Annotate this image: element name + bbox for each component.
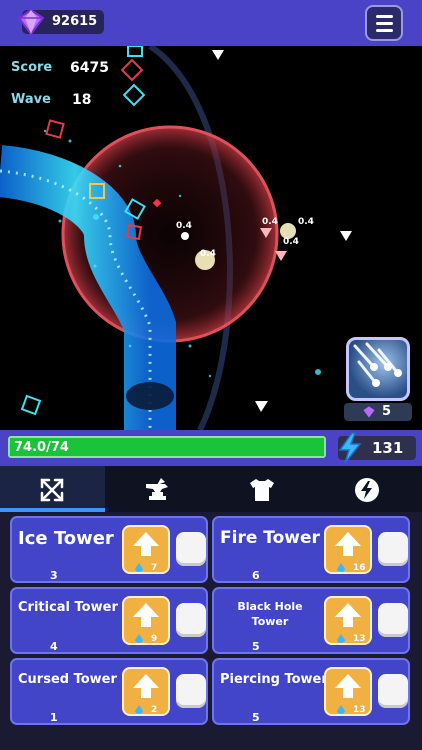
damage-number: 0.4 bbox=[176, 221, 192, 231]
anvil-icon bbox=[146, 478, 168, 500]
tower-toggle-button[interactable] bbox=[378, 603, 408, 637]
tab-forge[interactable] bbox=[105, 466, 210, 512]
tower-card-ice: Ice Tower 3 7 bbox=[10, 516, 208, 583]
tower-card-fire: Fire Tower 6 16 bbox=[212, 516, 410, 583]
hamburger-icon-line bbox=[376, 22, 393, 25]
energy-drop-icon bbox=[337, 634, 345, 643]
ability-cost-value: 5 bbox=[382, 404, 392, 419]
health-bar: 74.0/74 bbox=[8, 436, 326, 458]
damage-number: 0.4 bbox=[200, 249, 216, 259]
tower-card-cursed: Cursed Tower 1 2 bbox=[10, 658, 208, 725]
energy-drop-icon bbox=[337, 705, 345, 714]
tower-toggle-button[interactable] bbox=[176, 603, 206, 637]
energy-drop-icon bbox=[135, 634, 143, 643]
tower-toggle-button[interactable] bbox=[176, 532, 206, 566]
energy-value: 131 bbox=[372, 439, 404, 457]
armor-icon bbox=[250, 479, 274, 501]
upgrade-cost: 13 bbox=[353, 634, 366, 644]
gem-count: 92615 bbox=[52, 14, 98, 29]
damage-number: 0.4 bbox=[298, 217, 314, 227]
upgrade-button[interactable]: 7 bbox=[122, 525, 170, 574]
tab-armor[interactable] bbox=[210, 466, 315, 512]
meteor-shower-icon bbox=[353, 342, 402, 387]
tower-name: Black Hole Tower bbox=[237, 600, 303, 628]
upgrade-button[interactable]: 2 bbox=[122, 667, 170, 716]
tower-level: 6 bbox=[252, 569, 260, 582]
damage-number: 0.4 bbox=[283, 237, 299, 247]
energy-drop-icon bbox=[337, 563, 345, 572]
tower-name: Ice Tower bbox=[18, 528, 114, 549]
score-value: 6475 bbox=[70, 60, 109, 76]
menu-button[interactable] bbox=[365, 5, 403, 41]
purple-gem-icon bbox=[363, 406, 375, 418]
upgrade-button[interactable]: 13 bbox=[324, 596, 372, 645]
score-label: Score bbox=[11, 60, 53, 75]
energy-bolt-icon bbox=[338, 432, 362, 464]
upgrade-button[interactable]: 16 bbox=[324, 525, 372, 574]
wave-value: 18 bbox=[72, 92, 92, 108]
tower-name: Cursed Tower bbox=[18, 672, 117, 687]
tower-name: Piercing Tower bbox=[220, 672, 328, 687]
tower-card-piercing: Piercing Tower 5 13 bbox=[212, 658, 410, 725]
upgrade-arrow-icon bbox=[335, 674, 361, 698]
tower-level: 3 bbox=[50, 569, 58, 582]
status-bar: 74.0/74 131 bbox=[0, 430, 422, 466]
damage-number: 0.4 bbox=[262, 217, 278, 227]
tower-upgrade-list: Ice Tower 3 7 Fire Tower 6 16 Critical T… bbox=[0, 512, 422, 750]
upgrade-arrow-icon bbox=[133, 674, 159, 698]
tower-toggle-button[interactable] bbox=[176, 674, 206, 708]
energy-drop-icon bbox=[135, 705, 143, 714]
purple-gem-icon bbox=[17, 8, 45, 36]
upgrade-arrow-icon bbox=[133, 532, 159, 556]
tower-name: Critical Tower bbox=[18, 600, 118, 615]
gem-counter: 92615 bbox=[17, 8, 104, 36]
tower-level: 1 bbox=[50, 711, 58, 724]
tower-card-critical: Critical Tower 4 9 bbox=[10, 587, 208, 654]
crossed-arrows-icon bbox=[40, 478, 64, 502]
energy-drop-icon bbox=[135, 563, 143, 572]
tower-level: 4 bbox=[50, 640, 58, 653]
tab-towers[interactable] bbox=[0, 466, 105, 512]
upgrade-cost: 7 bbox=[151, 563, 158, 573]
lightning-icon bbox=[355, 478, 379, 502]
upgrade-button[interactable]: 13 bbox=[324, 667, 372, 716]
tower-toggle-button[interactable] bbox=[378, 532, 408, 566]
tower-card-black-hole: Black Hole Tower 5 13 bbox=[212, 587, 410, 654]
tower-name: Fire Tower bbox=[220, 528, 320, 548]
upgrade-cost: 13 bbox=[353, 705, 366, 715]
tower-toggle-button[interactable] bbox=[378, 674, 408, 708]
hamburger-icon bbox=[376, 15, 393, 18]
upgrade-arrow-icon bbox=[335, 532, 361, 556]
tower-level: 5 bbox=[252, 711, 260, 724]
hamburger-icon-line bbox=[376, 29, 393, 32]
meteor-ability-button[interactable] bbox=[346, 337, 410, 401]
upgrade-arrow-icon bbox=[133, 603, 159, 627]
tab-bar bbox=[0, 466, 422, 512]
energy-counter: 131 bbox=[338, 432, 416, 464]
upgrade-button[interactable]: 9 bbox=[122, 596, 170, 645]
upgrade-cost: 9 bbox=[151, 634, 158, 644]
ability-cost: 5 bbox=[344, 403, 412, 421]
upgrade-cost: 2 bbox=[151, 705, 158, 715]
tower-level: 5 bbox=[252, 640, 260, 653]
upgrade-arrow-icon bbox=[335, 603, 361, 627]
tab-abilities[interactable] bbox=[315, 466, 420, 512]
top-bar: 92615 bbox=[0, 0, 422, 46]
health-text: 74.0/74 bbox=[14, 440, 69, 455]
upgrade-cost: 16 bbox=[353, 563, 366, 573]
wave-label: Wave bbox=[11, 92, 51, 107]
